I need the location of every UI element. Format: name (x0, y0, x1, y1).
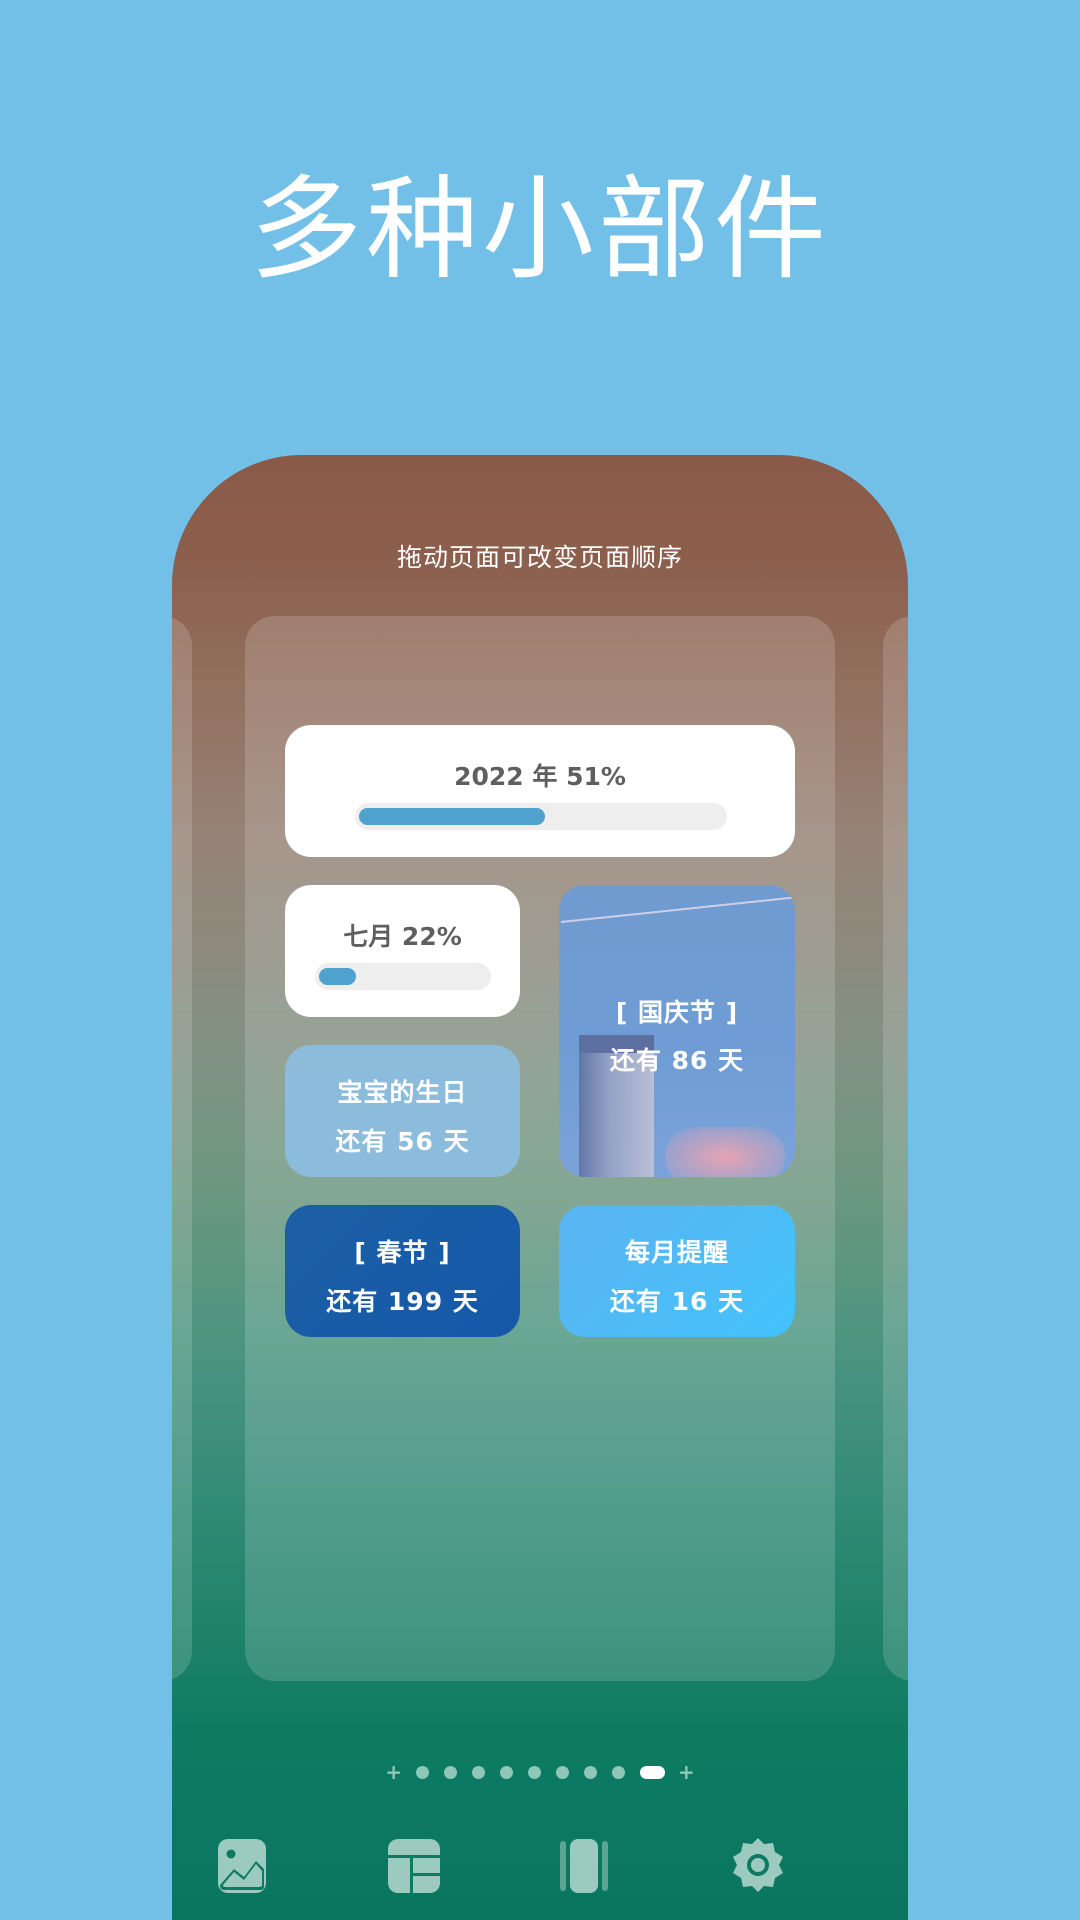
cloud-illustration (665, 1127, 785, 1177)
add-page-before-icon[interactable]: + (385, 1762, 402, 1782)
pages-icon (560, 1839, 608, 1893)
nav-settings-button[interactable] (728, 1835, 788, 1895)
baby-birthday-title: 宝宝的生日 (337, 1078, 468, 1107)
spring-festival-widget[interactable]: [ 春节 ] 还有 199 天 (285, 1205, 520, 1337)
page-dot[interactable] (471, 1765, 485, 1779)
monthly-reminder-title: 每月提醒 (624, 1238, 729, 1267)
page-dot[interactable] (611, 1765, 625, 1779)
page-indicator[interactable]: + + (172, 1762, 908, 1782)
year-progress-track (355, 803, 727, 830)
bottom-nav (172, 1835, 908, 1915)
current-page-card[interactable]: 2022 年 51% 七月 22% 宝宝的生日 还有 56 天 [ 国庆节 ] … (245, 616, 835, 1681)
add-page-after-icon[interactable]: + (678, 1762, 695, 1782)
month-progress-fill (319, 968, 356, 985)
national-day-widget[interactable]: [ 国庆节 ] 还有 86 天 (559, 885, 795, 1177)
page-dot[interactable] (443, 1765, 457, 1779)
previous-page-card[interactable] (172, 616, 192, 1681)
next-page-card[interactable] (883, 616, 908, 1681)
baby-birthday-countdown: 还有 56 天 (335, 1127, 470, 1156)
page-dot-active[interactable] (639, 1765, 665, 1779)
month-progress-label: 七月 22% (343, 922, 462, 951)
page-dots (408, 1765, 672, 1779)
page-dot[interactable] (583, 1765, 597, 1779)
page-dot[interactable] (555, 1765, 569, 1779)
spring-festival-title: [ 春节 ] (354, 1238, 451, 1267)
nav-widgets-button[interactable] (382, 1835, 442, 1895)
layout-icon (388, 1839, 440, 1893)
year-progress-label: 2022 年 51% (454, 762, 626, 791)
page-dot[interactable] (527, 1765, 541, 1779)
baby-birthday-widget[interactable]: 宝宝的生日 还有 56 天 (285, 1045, 520, 1177)
nav-pages-button[interactable] (554, 1835, 614, 1895)
image-icon (218, 1839, 266, 1893)
drag-hint-text: 拖动页面可改变页面顺序 (396, 543, 683, 572)
page-dot[interactable] (499, 1765, 513, 1779)
page-dot[interactable] (415, 1765, 429, 1779)
nav-wallpaper-button[interactable] (212, 1835, 272, 1895)
year-progress-fill (359, 808, 545, 825)
phone-preview: 拖动页面可改变页面顺序 2022 年 51% 七月 22% 宝宝的生日 还有 5… (172, 455, 908, 1920)
headline: 多种小部件 (250, 165, 830, 295)
national-day-countdown: 还有 86 天 (609, 1046, 745, 1075)
month-progress-track (315, 963, 491, 990)
monthly-reminder-countdown: 还有 16 天 (609, 1287, 745, 1316)
month-progress-widget[interactable]: 七月 22% (285, 885, 520, 1017)
monthly-reminder-widget[interactable]: 每月提醒 还有 16 天 (559, 1205, 795, 1337)
national-day-title: [ 国庆节 ] (615, 998, 739, 1027)
gear-icon (733, 1838, 783, 1892)
spring-festival-countdown: 还有 199 天 (326, 1287, 479, 1316)
year-progress-widget[interactable]: 2022 年 51% (285, 725, 795, 857)
contrail-decoration (560, 896, 795, 923)
